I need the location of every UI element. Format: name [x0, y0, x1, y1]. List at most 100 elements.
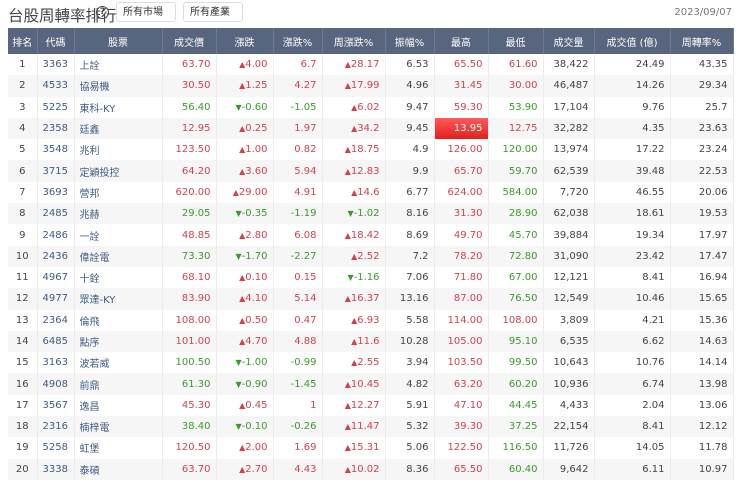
column-header-low[interactable]: 最低: [488, 28, 544, 54]
cell-code[interactable]: 2436: [37, 245, 75, 267]
table-row[interactable]: 15 3163 波若威 100.50 ▼-1.00 -0.99 ▲2.55 3.94 103.5…: [8, 352, 734, 374]
cell-turnover-pct: 10.97: [670, 458, 734, 480]
cell-code[interactable]: 3363: [37, 54, 75, 76]
cell-code[interactable]: 5225: [37, 96, 75, 118]
table-row[interactable]: 14 6485 點序 101.00 ▲4.70 4.88 ▲11.6 10.28 105.00 9…: [8, 330, 734, 353]
cell-stock[interactable]: 偉詮電: [74, 245, 163, 267]
cell-stock[interactable]: 廷鑫: [74, 117, 163, 140]
cell-turnover-pct: 19.53: [670, 203, 734, 225]
cell-stock[interactable]: 兆利: [74, 139, 163, 161]
cell-stock[interactable]: 逸昌: [74, 394, 163, 417]
value: 28.17: [350, 59, 380, 71]
column-header-code[interactable]: 代碼: [37, 28, 75, 54]
table-row[interactable]: 6 3715 定穎投控 64.20 ▲3.60 5.94 ▲12.83 9.9 65.70 59.…: [8, 160, 734, 182]
cell-stock[interactable]: 兆赫: [74, 203, 163, 225]
cell-code[interactable]: 3715: [37, 160, 75, 182]
table-row[interactable]: 11 4967 十銓 68.10 ▲0.10 0.15 ▼-1.16 7.06 71.80 67.…: [8, 266, 734, 289]
cell-stock[interactable]: 營邦: [74, 181, 163, 204]
cell-rank: 20: [8, 458, 38, 480]
cell-change: ▲0.25: [216, 117, 274, 140]
table-row[interactable]: 19 5258 虹堡 120.50 ▲2.00 1.69 ▲15.31 5.06 122.50 1…: [8, 437, 734, 459]
table-row[interactable]: 7 3693 營邦 620.00 ▲29.00 4.91 ▲14.6 6.77 624.00 58…: [8, 181, 734, 204]
table-row[interactable]: 9 2486 一詮 48.85 ▲2.80 6.08 ▲18.42 8.69 49.70 45.7…: [8, 224, 734, 246]
cell-code[interactable]: 2358: [37, 117, 75, 140]
cell-stock[interactable]: 定穎投控: [74, 160, 163, 182]
column-header-amplitude-pct[interactable]: 振幅%: [385, 28, 435, 54]
column-header-change[interactable]: 漲跌: [216, 28, 274, 54]
cell-turnover-pct: 16.94: [670, 266, 734, 289]
column-header-rank[interactable]: 排名: [8, 28, 38, 54]
cell-amplitude-pct: 9.45: [385, 117, 435, 140]
cell-stock[interactable]: 十銓: [74, 266, 163, 289]
table-row[interactable]: 18 2316 楠梓電 38.40 ▼-0.10 -0.26 ▲11.47 5.32 39.30…: [8, 416, 734, 438]
cell-code[interactable]: 6485: [37, 330, 75, 353]
value: 14.6: [357, 186, 380, 198]
column-header-price[interactable]: 成交價: [162, 28, 217, 54]
cell-stock[interactable]: 眾達-KY: [74, 288, 163, 310]
cell-stock[interactable]: 倫飛: [74, 309, 163, 331]
cell-low: 120.00: [488, 139, 544, 161]
column-header-volume[interactable]: 成交量: [543, 28, 595, 54]
industry-select[interactable]: 所有產業◆: [183, 2, 243, 37]
cell-stock[interactable]: 波若威: [74, 352, 163, 374]
cell-change-pct: -1.19: [273, 203, 323, 225]
value: 29.00: [238, 186, 268, 198]
table-row[interactable]: 5 3548 兆利 123.50 ▲1.00 0.82 ▲18.75 4.9 126.00 120…: [8, 139, 734, 161]
cell-low: 108.00: [488, 309, 544, 331]
cell-stock[interactable]: 虹堡: [74, 437, 163, 459]
table-row[interactable]: 1 3363 上詮 63.70 ▲4.00 6.7 ▲28.17 6.53 65.50 61.60…: [8, 54, 734, 76]
column-header-change-pct[interactable]: 漲跌%: [273, 28, 323, 54]
cell-code[interactable]: 4977: [37, 288, 75, 310]
cell-code[interactable]: 3338: [37, 458, 75, 480]
column-header-high[interactable]: 最高: [434, 28, 489, 54]
help-icon[interactable]: ?: [96, 6, 109, 19]
column-header-week-change-pct[interactable]: 周漲跌%: [322, 28, 386, 54]
cell-volume: 17,104: [543, 96, 595, 118]
cell-code[interactable]: 3567: [37, 394, 75, 417]
cell-code[interactable]: 2486: [37, 224, 75, 246]
table-row[interactable]: 4 2358 廷鑫 12.95 ▲0.25 1.97 ▲34.2 9.45 13.95 12.75…: [8, 117, 734, 140]
cell-code[interactable]: 3163: [37, 352, 75, 374]
cell-low: 76.50: [488, 288, 544, 310]
cell-stock[interactable]: 泰碩: [74, 458, 163, 480]
cell-change-pct: 5.14: [273, 288, 323, 310]
cell-code[interactable]: 3693: [37, 181, 75, 204]
cell-stock[interactable]: 上詮: [74, 54, 163, 76]
cell-code[interactable]: 2364: [37, 309, 75, 331]
cell-code[interactable]: 4908: [37, 373, 75, 395]
table-row[interactable]: 8 2485 兆赫 29.05 ▼-0.35 -1.19 ▼-1.02 8.16 31.30 28…: [8, 203, 734, 225]
cell-value: 4.21: [594, 309, 671, 331]
cell-code[interactable]: 5258: [37, 437, 75, 459]
cell-price: 101.00: [162, 330, 217, 353]
cell-stock[interactable]: 一詮: [74, 224, 163, 246]
cell-stock[interactable]: 東科-KY: [74, 96, 163, 118]
column-header-stock[interactable]: 股票: [74, 28, 163, 54]
value: -0.35: [241, 208, 268, 220]
cell-stock[interactable]: 楠梓電: [74, 416, 163, 438]
cell-stock[interactable]: 協易機: [74, 75, 163, 97]
cell-stock[interactable]: 點序: [74, 330, 163, 353]
cell-amplitude-pct: 13.16: [385, 288, 435, 310]
cell-code[interactable]: 4967: [37, 266, 75, 289]
cell-code[interactable]: 4533: [37, 75, 75, 97]
cell-stock[interactable]: 前鼎: [74, 373, 163, 395]
table-row[interactable]: 12 4977 眾達-KY 83.90 ▲4.10 5.14 ▲16.37 13.16 87.0…: [8, 288, 734, 310]
table-row[interactable]: 13 2364 倫飛 108.00 ▲0.50 0.47 ▲6.93 5.58 114.00 10…: [8, 309, 734, 331]
cell-price: 12.95: [162, 117, 217, 140]
cell-code[interactable]: 2316: [37, 416, 75, 438]
cell-amplitude-pct: 7.2: [385, 245, 435, 267]
cell-rank: 19: [8, 437, 38, 459]
cell-code[interactable]: 2485: [37, 203, 75, 225]
table-row[interactable]: 16 4908 前鼎 61.30 ▼-0.90 -1.45 ▲10.45 4.82 63.20 6…: [8, 373, 734, 395]
column-header-turnover-pct[interactable]: 周轉率%: [670, 28, 734, 54]
cell-volume: 6,535: [543, 330, 595, 353]
cell-code[interactable]: 3548: [37, 139, 75, 161]
market-select[interactable]: 所有市場◆: [116, 2, 176, 37]
table-row[interactable]: 20 3338 泰碩 63.70 ▲2.70 4.43 ▲10.02 8.36 65.50 60.…: [8, 458, 734, 480]
table-row[interactable]: 3 5225 東科-KY 56.40 ▼-0.60 -1.05 ▲6.02 9.47 59.30…: [8, 96, 734, 118]
table-row[interactable]: 2 4533 協易機 30.50 ▲1.25 4.27 ▲17.99 4.96 31.45 30.…: [8, 75, 734, 97]
table-row[interactable]: 10 2436 偉詮電 73.30 ▼-1.70 -2.27 ▲2.52 7.2 78.20 72…: [8, 245, 734, 267]
column-header-value[interactable]: 成交值 (億): [594, 28, 671, 54]
table-row[interactable]: 17 3567 逸昌 45.30 ▲0.45 1 ▲12.27 5.91 47.10 44.45 4…: [8, 394, 734, 417]
value: 0.50: [245, 314, 268, 326]
